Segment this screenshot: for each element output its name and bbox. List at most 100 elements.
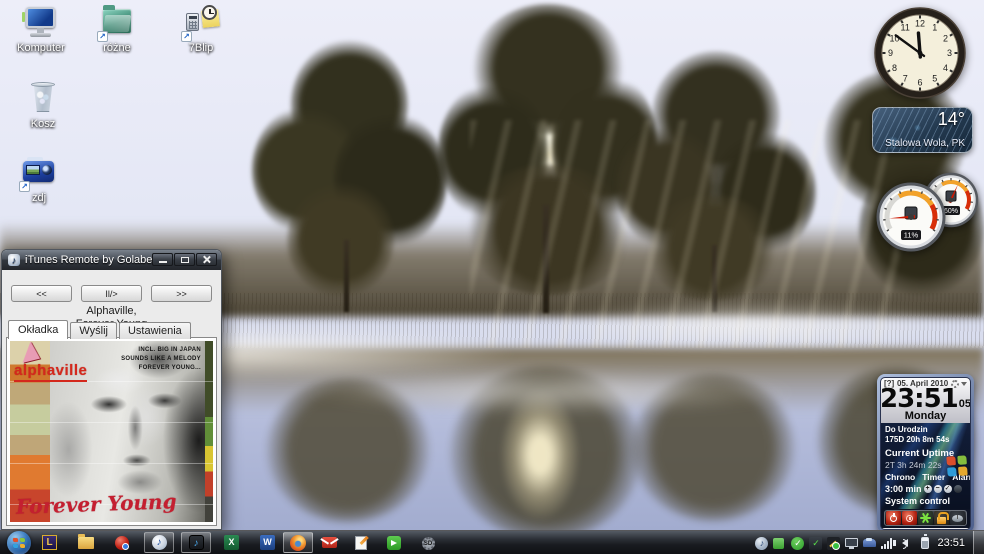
system-control-buttons [884,510,967,526]
svg-text:12: 12 [915,19,925,29]
track-artist: Alphaville, [2,305,221,318]
tray-green-square[interactable] [773,537,786,550]
cpu-percent: 11% [904,231,919,240]
clock-panel-gadget[interactable]: [?] 05. April 2010 23:51 05 Monday [877,374,974,533]
tab-chrono[interactable]: Chrono [885,472,915,483]
taskbar-firefox-open[interactable] [283,532,313,553]
timer-minus-button[interactable]: − [934,485,942,493]
taskbar-clock[interactable]: 23:51 [937,537,965,549]
svg-text:8: 8 [892,63,897,73]
cpu-gauge: 11% [876,182,946,252]
desktop-icon-rozne[interactable]: ↗ różne [78,6,156,54]
taskbar-word[interactable]: W [260,535,276,551]
shortcut-arrow-icon: ↗ [19,181,30,192]
cover-artist-name: alphaville [14,362,87,382]
next-track-button[interactable]: >> [151,285,212,302]
svg-text:6: 6 [917,78,922,88]
tray-antivirus-shield[interactable]: ✓ [791,537,804,550]
desktop-icon-label: Kosz [4,118,82,130]
windows-logo [13,538,25,548]
tray-battery-icon[interactable] [921,537,929,549]
taskbar-mail[interactable] [322,535,338,551]
taskbar-itunes-open[interactable]: ♪ [144,532,174,553]
camera-icon: ↗ [21,156,57,190]
weather-gadget[interactable]: 14° Stalowa Wola, PK [872,107,973,153]
previous-track-button[interactable]: << [11,285,72,302]
taskbar-media-app[interactable] [114,535,130,551]
windows-logo [946,455,967,476]
desktop-icon-label: Komputer [2,42,80,54]
blip-app-icon: ↗ [183,6,219,40]
desktop-icon-label: 7Blip [162,42,240,54]
tray-volume-icon[interactable] [899,537,912,550]
countdown-label: Do Urodzin [885,425,966,435]
tray-itunes-helper[interactable]: ♪ [755,537,768,550]
shutdown-button[interactable] [902,511,917,525]
svg-text:4: 4 [943,63,948,73]
taskbar-messenger[interactable] [386,535,402,551]
shortcut-arrow-icon: ↗ [97,31,108,42]
computer-icon [23,6,59,40]
restart-button[interactable] [918,511,933,525]
temperature-value: 14° [938,109,965,130]
tab-okladka[interactable]: Okładka [8,320,68,339]
firefox-icon [290,535,306,551]
gadget-seconds: 05 [959,399,971,409]
tray-media-pen[interactable] [827,537,840,550]
desktop-icon-zdj[interactable]: ↗ zdj [0,156,78,204]
app-icon: ♪ [8,254,20,266]
svg-text:7: 7 [903,74,908,84]
shortcut-arrow-icon: ↗ [181,31,192,42]
play-pause-button[interactable]: Il/> [81,285,142,302]
countdown-value: 175D 20h 8m 54s [885,435,966,445]
chevron-down-icon[interactable] [961,382,967,386]
desktop-icon-label: zdj [0,192,78,204]
timer-plus-button[interactable]: + [924,485,932,493]
show-desktop-button[interactable] [973,531,984,554]
svg-text:3: 3 [947,48,952,58]
taskbar-remote-open[interactable]: ♪ [181,532,211,553]
minimize-button[interactable] [152,253,173,266]
tray-display-icon[interactable] [845,537,858,550]
remote-app-icon: ♪ [189,535,204,550]
start-button[interactable] [7,531,31,554]
desktop-icon-7blip[interactable]: ↗ 7Blip [162,6,240,54]
taskbar-sd-tool[interactable]: SD [420,535,436,551]
tab-panel: alphaville INCL. BIG IN JAPAN SOUNDS LIK… [6,337,217,526]
tab-ustawienia[interactable]: Ustawienia [119,322,191,339]
sleep-button[interactable] [950,511,965,525]
folder-icon: ↗ [99,6,135,40]
ram-percent: 60% [944,208,958,215]
timer-value: 3:00 min [885,484,922,495]
desktop-icon-komputer[interactable]: Komputer [2,6,80,54]
svg-text:2: 2 [943,33,948,43]
taskbar-notepad[interactable] [353,535,369,551]
clock-gadget[interactable]: 123456789101112 [874,7,966,99]
svg-text:1: 1 [932,23,937,33]
system-tray: ♪ ✓ ✓ 23:51 [755,531,984,554]
svg-text:11: 11 [901,23,910,33]
cpu-meter-gadget[interactable]: 60% 11% [876,172,984,254]
album-cover: alphaville INCL. BIG IN JAPAN SOUNDS LIK… [10,341,213,522]
weather-location: Stalowa Wola, PK [885,138,965,149]
desktop-icon-kosz[interactable]: Kosz [4,82,82,130]
tab-timer[interactable]: Timer [922,472,945,483]
tray-device-icon[interactable] [863,537,876,550]
maximize-button[interactable] [174,253,195,266]
taskbar-excel[interactable]: X [224,535,240,551]
timer-mode-button[interactable] [954,485,962,493]
taskbar-explorer[interactable] [78,535,94,551]
tab-wyslij[interactable]: Wyślij [70,322,117,339]
lock-button[interactable] [934,511,949,525]
timer-ok-button[interactable]: ✓ [944,485,952,493]
system-control-label: System control [885,496,966,507]
recycle-bin-icon [25,82,61,116]
svg-text:9: 9 [888,48,893,58]
taskbar-app-l[interactable]: L [42,535,58,551]
close-button[interactable] [196,253,217,266]
power-button[interactable] [886,511,901,525]
tray-update-check[interactable]: ✓ [809,537,822,550]
wallpaper-tree-left [252,26,447,311]
itunes-remote-window: ♪ iTunes Remote by Golabek << Il/> >> Al… [1,249,222,530]
wallpaper-mist-2 [540,300,960,350]
